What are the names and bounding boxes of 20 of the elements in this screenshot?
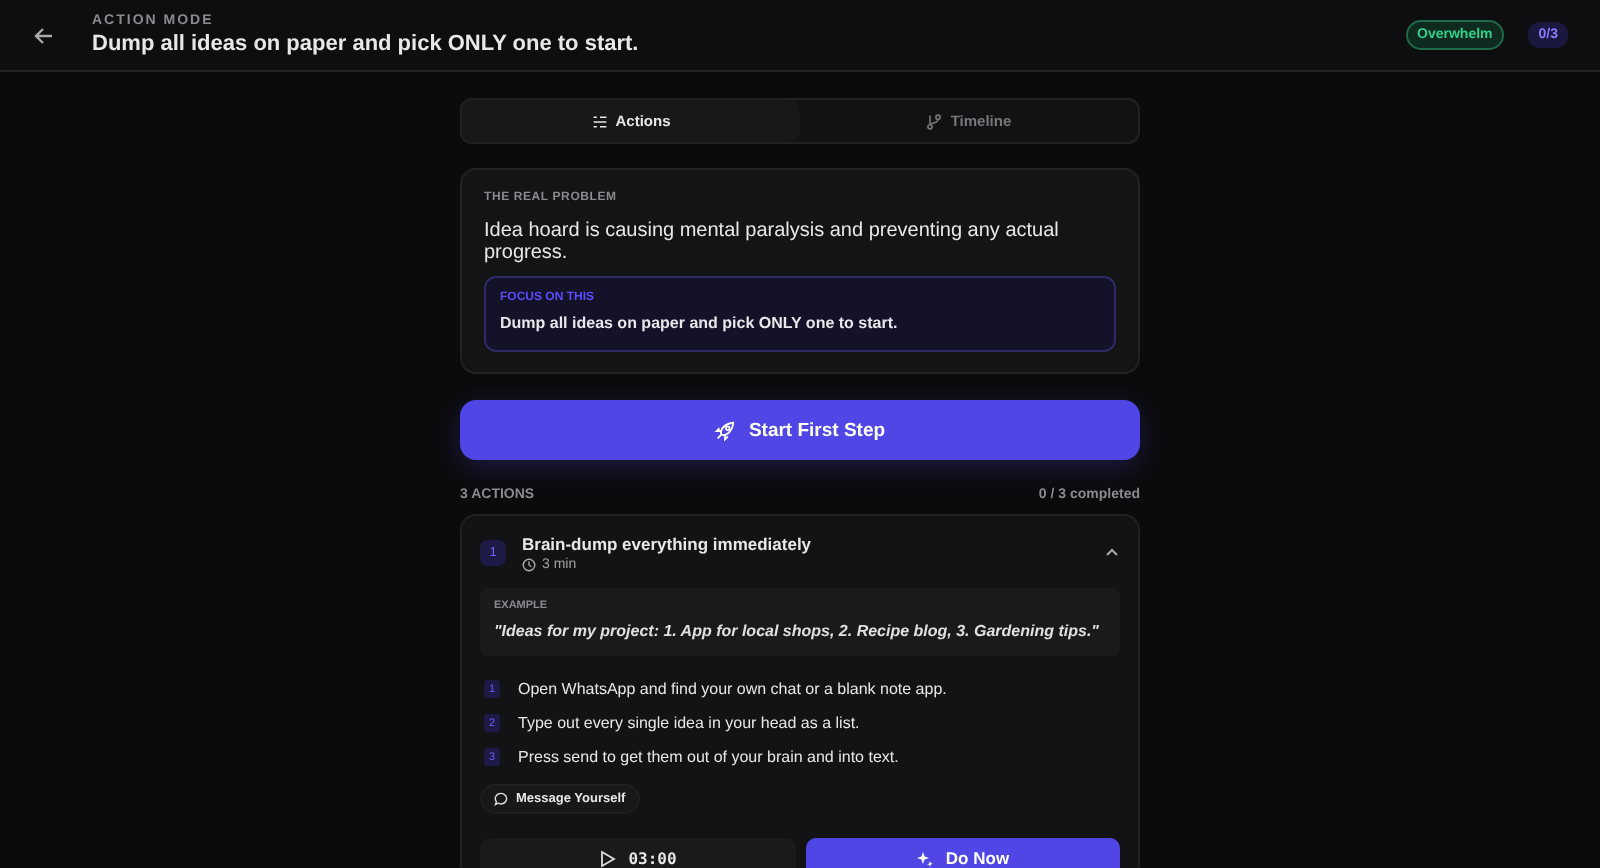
problem-text: Idea hoard is causing mental paralysis and preventing any actual progress.: [484, 220, 1061, 264]
timer-button[interactable]: 03:00: [480, 838, 795, 868]
example-text: "Ideas for my project: 1. App for local shops, 2. Recipe blog, 3. Gardening tips.": [494, 622, 1101, 640]
action-title: Brain-dump everything immediately: [522, 533, 814, 553]
start-button[interactable]: Start First Step: [460, 400, 1140, 460]
back-icon[interactable]: [32, 23, 56, 47]
focus-text: Dump all ideas on paper and pick ONLY one to start.: [500, 314, 900, 332]
step-text: Open WhatsApp and find your own chat or a blank note app.: [518, 680, 947, 698]
list-icon: [591, 113, 608, 129]
rocket-icon: [714, 419, 737, 441]
clock-icon: [522, 557, 536, 571]
sparkle-icon: [915, 849, 934, 867]
chevron-icon[interactable]: [1104, 544, 1120, 560]
page-title: Dump all ideas on paper and pick ONLY one to start.: [92, 32, 641, 56]
step-text: Type out every single idea in your head as a list.: [518, 714, 860, 732]
chat-icon: [494, 792, 508, 806]
play-icon: [598, 849, 617, 867]
step-text: Press send to get them out of your brain and into text.: [518, 748, 899, 766]
branch-icon: [926, 113, 943, 129]
do-now-button[interactable]: Do Now: [805, 838, 1120, 868]
